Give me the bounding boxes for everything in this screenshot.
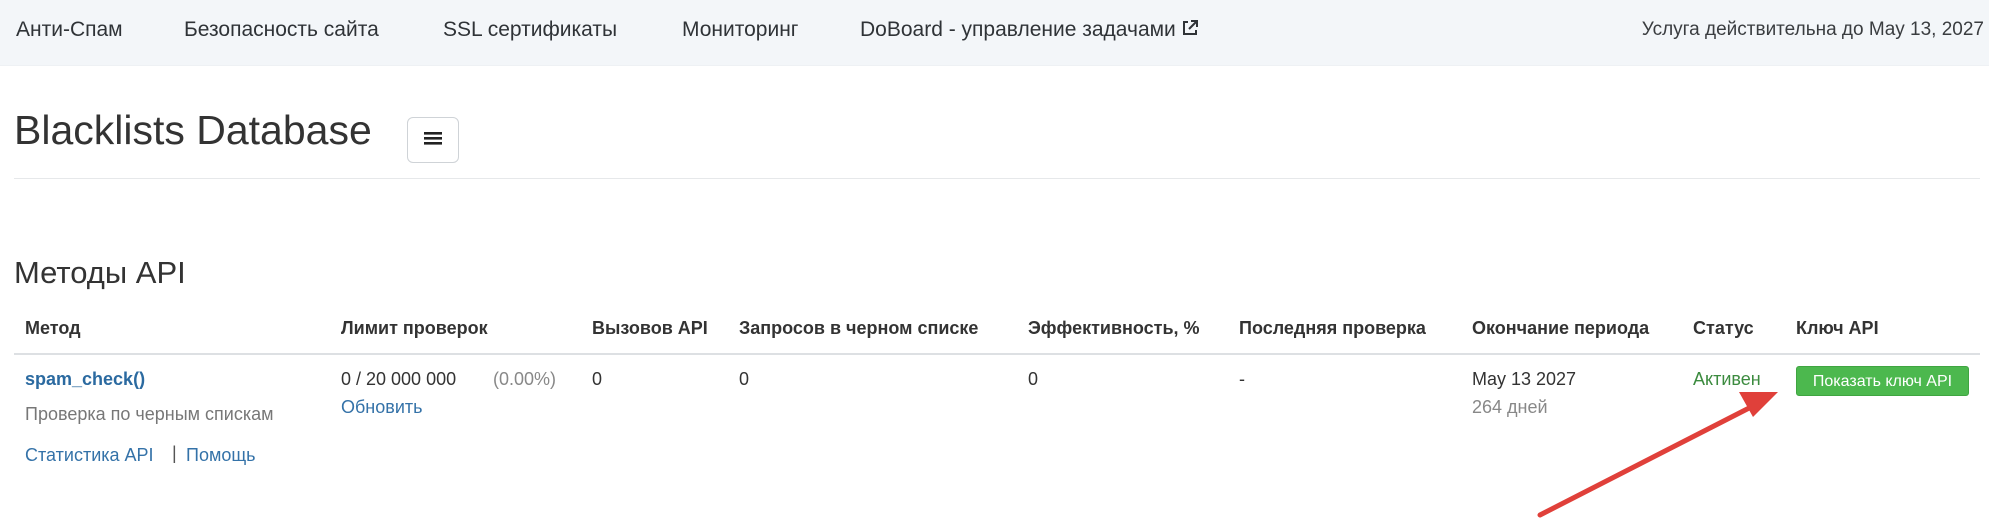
last-check-value: - bbox=[1239, 369, 1245, 389]
column-header-period-end: Окончание периода bbox=[1472, 318, 1650, 338]
column-header-api-calls: Вызовов API bbox=[592, 318, 708, 338]
help-link[interactable]: Помощь bbox=[186, 445, 256, 466]
column-header-blacklist-requests: Запросов в черном списке bbox=[739, 318, 979, 338]
nav-item-doboard-label: DoBoard - управление задачами bbox=[860, 18, 1176, 41]
days-left: 264 дней bbox=[1472, 397, 1548, 417]
period-end-date: May 13 2027 bbox=[1472, 369, 1577, 389]
hamburger-icon bbox=[424, 130, 442, 151]
nav-item-antispam[interactable]: Анти-Спам bbox=[16, 18, 123, 42]
service-valid-until: Услуга действительна до May 13, 2027 bbox=[1641, 19, 1984, 40]
api-stats-link[interactable]: Статистика API bbox=[25, 445, 154, 466]
top-navigation: Анти-Спам Безопасность сайта SSL сертифи… bbox=[0, 0, 1989, 66]
table-header-divider bbox=[14, 353, 1980, 355]
update-limit-link[interactable]: Обновить bbox=[341, 397, 423, 418]
link-separator: | bbox=[172, 443, 177, 463]
column-header-last-check: Последняя проверка bbox=[1239, 318, 1426, 338]
title-divider bbox=[14, 178, 1980, 179]
column-header-method: Метод bbox=[25, 318, 81, 338]
blacklist-requests-value: 0 bbox=[739, 369, 750, 389]
method-link[interactable]: spam_check() bbox=[25, 369, 145, 390]
column-header-limit: Лимит проверок bbox=[341, 318, 488, 338]
menu-toggle-button[interactable] bbox=[407, 117, 459, 163]
annotation-arrow bbox=[1537, 392, 1778, 518]
nav-item-doboard[interactable]: DoBoard - управление задачами bbox=[860, 18, 1200, 44]
limit-percent: (0.00%) bbox=[493, 369, 557, 389]
limit-value: 0 / 20 000 000 bbox=[341, 369, 457, 389]
nav-item-site-security[interactable]: Безопасность сайта bbox=[184, 18, 379, 42]
nav-item-ssl[interactable]: SSL сертификаты bbox=[443, 18, 617, 42]
column-header-efficiency: Эффективность, % bbox=[1028, 318, 1200, 338]
nav-item-monitoring[interactable]: Мониторинг bbox=[682, 18, 798, 42]
column-header-api-key: Ключ API bbox=[1796, 318, 1879, 338]
show-api-key-button[interactable]: Показать ключ API bbox=[1796, 366, 1969, 396]
status-badge: Активен bbox=[1693, 369, 1761, 389]
external-link-icon bbox=[1180, 18, 1200, 44]
section-title: Методы API bbox=[14, 255, 186, 290]
page-title: Blacklists Database bbox=[14, 107, 372, 153]
efficiency-value: 0 bbox=[1028, 369, 1039, 389]
column-header-status: Статус bbox=[1693, 318, 1754, 338]
method-description: Проверка по черным спискам bbox=[25, 404, 274, 424]
api-calls-value: 0 bbox=[592, 369, 603, 389]
